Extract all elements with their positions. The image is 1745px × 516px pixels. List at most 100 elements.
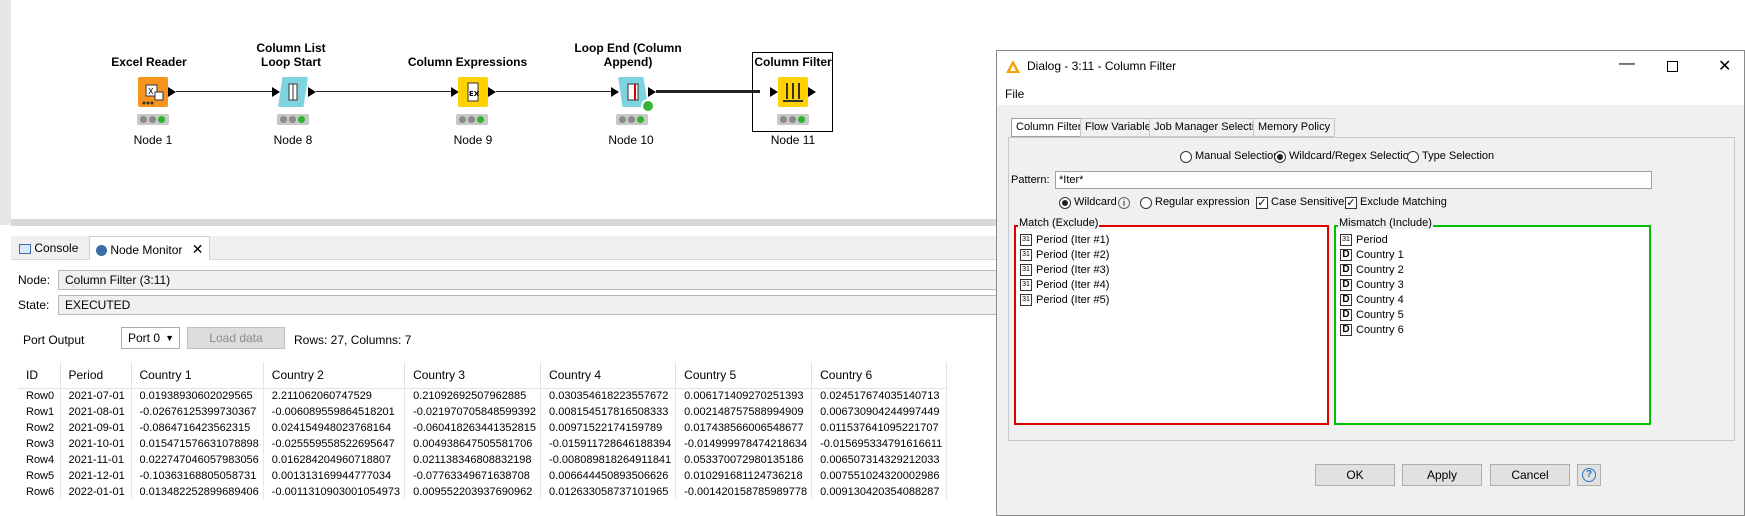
close-icon[interactable]: ✕ — [192, 241, 204, 257]
svg-text:EX: EX — [469, 90, 480, 98]
port-select-value: Port 0 — [128, 331, 161, 345]
match-exclude-list[interactable]: Match (Exclude) 31 Period (Iter #1) 31 Peri… — [1014, 217, 1329, 425]
table-cell: -0.060418263441352815 — [404, 420, 542, 436]
date-type-icon: 31 — [1340, 234, 1352, 247]
menu-file[interactable]: File — [1005, 87, 1024, 101]
column-header[interactable]: Country 3 — [404, 362, 542, 389]
input-port-icon[interactable] — [770, 87, 778, 97]
state-field-label: State: — [18, 298, 50, 312]
case-sensitive-label: Case Sensitive — [1271, 196, 1345, 208]
wildcard-regex-selection-radio[interactable] — [1274, 151, 1286, 163]
match-list-item-label: Period (Iter #3) — [1036, 264, 1110, 276]
match-list-item[interactable]: 31 Period (Iter #4) — [1020, 278, 1109, 292]
mismatch-list-item[interactable]: D Country 2 — [1340, 263, 1404, 277]
tab-memory-policy[interactable]: Memory Policy — [1253, 118, 1336, 137]
table-cell: Row3 — [18, 436, 61, 452]
workflow-canvas[interactable] — [0, 0, 1000, 225]
ok-button[interactable]: OK — [1315, 464, 1395, 486]
column-header[interactable]: Country 5 — [675, 362, 813, 389]
column-header[interactable]: Country 1 — [131, 362, 264, 389]
dialog-menubar: File — [997, 83, 1744, 105]
mismatch-list-item-label: Period — [1356, 234, 1388, 246]
table-cell: 0.002148757588994909 — [675, 404, 813, 420]
cancel-button[interactable]: Cancel — [1490, 464, 1570, 486]
match-list-item[interactable]: 31 Period (Iter #2) — [1020, 248, 1109, 262]
match-list-item-label: Period (Iter #1) — [1036, 234, 1110, 246]
mismatch-include-list[interactable]: Mismatch (Include) 31 Period D Country 1 D Co… — [1334, 217, 1651, 425]
output-port-icon[interactable] — [808, 87, 816, 97]
table-cell: 0.017438566006548677 — [675, 420, 813, 436]
mismatch-list-item[interactable]: 31 Period — [1340, 233, 1388, 247]
port-select[interactable]: Port 0 ▼ — [121, 327, 180, 349]
table-cell: 2021-10-01 — [60, 436, 132, 452]
input-port-icon[interactable] — [611, 87, 619, 97]
mismatch-list-item-label: Country 1 — [1356, 249, 1404, 261]
dialog-titlebar[interactable]: Dialog - 3:11 - Column Filter — ✕ — [997, 51, 1744, 83]
wildcard-radio[interactable] — [1059, 197, 1071, 209]
table-cell: 0.016284204960718807 — [263, 452, 406, 468]
output-port-icon[interactable] — [648, 87, 656, 97]
maximize-icon[interactable] — [1667, 61, 1678, 72]
data-table[interactable]: ID Period Country 1 Country 2 Country 3 Count… — [18, 362, 948, 500]
table-cell: 2021-09-01 — [60, 420, 132, 436]
loop-start-icon[interactable] — [278, 77, 308, 107]
date-type-icon: 31 — [1020, 264, 1032, 277]
close-icon[interactable]: ✕ — [1718, 56, 1731, 76]
apply-button[interactable]: Apply — [1402, 464, 1482, 486]
output-port-icon[interactable] — [488, 87, 496, 97]
type-selection-radio[interactable] — [1407, 151, 1419, 163]
tab-column-filter[interactable]: Column Filter — [1011, 118, 1087, 137]
tab-console[interactable]: Console — [13, 236, 84, 260]
mismatch-list-item-label: Country 2 — [1356, 264, 1404, 276]
match-list-item[interactable]: 31 Period (Iter #1) — [1020, 233, 1109, 247]
output-port-icon[interactable] — [308, 87, 316, 97]
load-data-button[interactable]: Load data — [187, 327, 285, 349]
regex-radio[interactable] — [1140, 197, 1152, 209]
table-row[interactable]: Row0 2021-07-01 0.01938930602029565 2.21106… — [18, 388, 948, 404]
column-header[interactable]: Country 4 — [540, 362, 677, 389]
table-cell: 0.001313169944777034 — [263, 468, 406, 484]
exclude-matching-label: Exclude Matching — [1360, 196, 1447, 208]
manual-selection-label: Manual Selection — [1195, 150, 1280, 162]
column-header[interactable]: Country 2 — [263, 362, 406, 389]
date-type-icon: 31 — [1020, 234, 1032, 247]
excel-reader-icon[interactable]: X — [138, 77, 168, 107]
mismatch-list-item[interactable]: D Country 6 — [1340, 323, 1404, 337]
match-list-item[interactable]: 31 Period (Iter #5) — [1020, 293, 1109, 307]
table-row[interactable]: Row6 2022-01-01 0.013482252899689406 -0.001… — [18, 484, 948, 500]
pattern-input[interactable]: *Iter* — [1055, 171, 1652, 189]
mismatch-list-item[interactable]: D Country 1 — [1340, 248, 1404, 262]
mismatch-list-item[interactable]: D Country 4 — [1340, 293, 1404, 307]
match-list-item-label: Period (Iter #4) — [1036, 279, 1110, 291]
exclude-matching-checkbox[interactable]: ✓ — [1345, 197, 1357, 209]
table-row[interactable]: Row5 2021-12-01 -0.10363168805058731 0.0013… — [18, 468, 948, 484]
table-cell: -0.015695334791616611 — [811, 436, 948, 452]
column-expressions-icon[interactable]: EX — [458, 77, 488, 107]
column-filter-icon[interactable] — [778, 77, 808, 107]
output-port-icon[interactable] — [168, 87, 176, 97]
table-cell: Row5 — [18, 468, 61, 484]
table-row[interactable]: Row1 2021-08-01 -0.02676125399730367 -0.006… — [18, 404, 948, 420]
table-cell: -0.10363168805058731 — [131, 468, 264, 484]
status-lights — [777, 114, 809, 125]
mismatch-list-item[interactable]: D Country 5 — [1340, 308, 1404, 322]
dialog-title: Dialog - 3:11 - Column Filter — [1027, 59, 1177, 73]
table-row[interactable]: Row4 2021-11-01 0.022747046057983056 0.0162… — [18, 452, 948, 468]
table-cell: 0.053370072980135186 — [675, 452, 813, 468]
input-port-icon[interactable] — [272, 87, 280, 97]
mismatch-list-item-label: Country 4 — [1356, 294, 1404, 306]
info-icon[interactable]: i — [1118, 197, 1130, 209]
connection — [176, 91, 276, 92]
minimize-icon[interactable]: — — [1619, 55, 1635, 73]
column-header[interactable]: Country 6 — [811, 362, 948, 389]
manual-selection-radio[interactable] — [1180, 151, 1192, 163]
mismatch-list-item[interactable]: D Country 3 — [1340, 278, 1404, 292]
help-button[interactable]: ? — [1577, 464, 1601, 486]
column-header[interactable]: Period — [60, 362, 132, 389]
case-sensitive-checkbox[interactable]: ✓ — [1256, 197, 1268, 209]
column-header[interactable]: ID — [18, 362, 61, 389]
table-row[interactable]: Row2 2021-09-01 -0.0864716423562315 0.02415… — [18, 420, 948, 436]
tab-node-monitor[interactable]: Node Monitor ✕ — [89, 236, 211, 260]
match-list-item[interactable]: 31 Period (Iter #3) — [1020, 263, 1109, 277]
table-row[interactable]: Row3 2021-10-01 0.015471576631078898 -0.025… — [18, 436, 948, 452]
